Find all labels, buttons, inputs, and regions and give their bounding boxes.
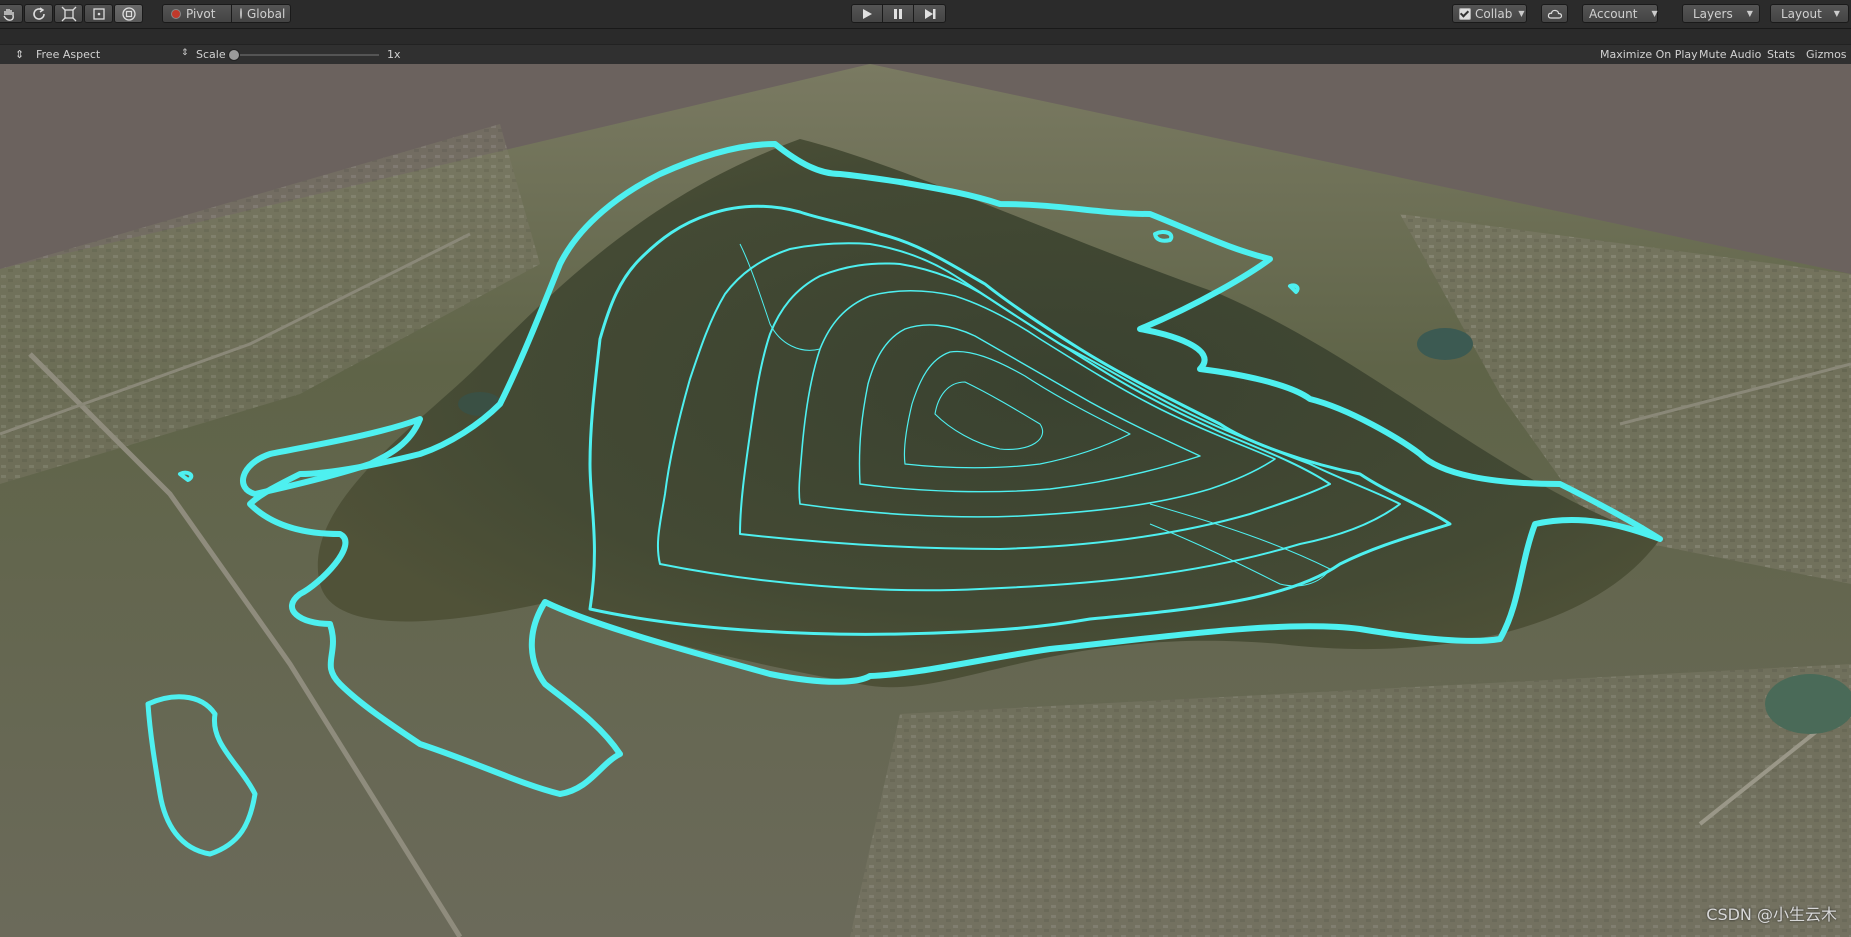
chevron-down-icon: ▼ xyxy=(1518,9,1525,18)
step-button[interactable] xyxy=(913,4,946,23)
lake xyxy=(1765,674,1851,734)
globe-icon xyxy=(240,8,242,19)
scale-slider[interactable] xyxy=(231,54,379,56)
scale-value: 1x xyxy=(387,48,401,61)
stats-toggle[interactable]: Stats xyxy=(1767,48,1795,61)
global-toggle[interactable]: Global xyxy=(231,4,291,23)
global-label: Global xyxy=(247,6,286,21)
layout-label: Layout xyxy=(1781,6,1822,21)
pivot-icon xyxy=(171,8,181,19)
maximize-on-play-toggle[interactable]: Maximize On Play xyxy=(1600,48,1698,61)
play-button[interactable] xyxy=(851,4,883,23)
game-viewport[interactable]: CSDN @小生云木 xyxy=(0,64,1851,937)
game-view-controls: ⇕ Free Aspect ⇕ Scale 1x Maximize On Pla… xyxy=(0,44,1851,65)
aspect-arrows-icon: ⇕ xyxy=(181,48,189,58)
pause-button[interactable] xyxy=(882,4,914,23)
transform-tool-button[interactable] xyxy=(114,4,143,23)
account-label: Account xyxy=(1589,6,1638,21)
cloud-icon xyxy=(1547,9,1562,19)
chevron-down-icon: ▼ xyxy=(1833,9,1840,18)
pivot-toggle[interactable]: Pivot xyxy=(162,4,232,23)
play-icon xyxy=(863,8,872,19)
aspect-dropdown[interactable]: Free Aspect xyxy=(36,48,100,61)
collab-check-icon xyxy=(1459,7,1471,20)
scale-slider-handle[interactable] xyxy=(228,49,240,61)
step-icon xyxy=(924,8,935,19)
scale-tool-icon xyxy=(61,6,76,21)
transform-tool-icon xyxy=(121,6,136,21)
layers-dropdown[interactable]: Layers ▼ xyxy=(1682,4,1760,23)
chevron-down-icon: ▼ xyxy=(1651,9,1658,18)
watermark: CSDN @小生云木 xyxy=(1706,905,1837,924)
terrain-scene xyxy=(0,64,1851,937)
chevron-down-icon: ▼ xyxy=(1746,9,1753,18)
layers-label: Layers xyxy=(1693,6,1733,21)
rect-tool-button[interactable] xyxy=(84,4,113,23)
pause-icon xyxy=(894,8,902,19)
hand-tool-icon xyxy=(2,8,14,21)
collab-dropdown[interactable]: Collab ▼ xyxy=(1452,4,1527,23)
aspect-label: Free Aspect xyxy=(36,48,101,61)
rect-tool-icon xyxy=(92,7,105,20)
mute-audio-toggle[interactable]: Mute Audio xyxy=(1699,48,1761,61)
scale-tool-button[interactable] xyxy=(54,4,83,23)
pivot-label: Pivot xyxy=(186,6,216,21)
layout-dropdown[interactable]: Layout ▼ xyxy=(1770,4,1849,23)
rotate-tool-icon xyxy=(32,6,45,20)
collab-label: Collab xyxy=(1475,6,1513,21)
display-selector-arrows-icon[interactable]: ⇕ xyxy=(15,48,24,61)
scale-label: Scale xyxy=(196,48,226,61)
account-dropdown[interactable]: Account ▼ xyxy=(1582,4,1658,23)
rotate-tool-button[interactable] xyxy=(24,4,53,23)
gizmos-dropdown[interactable]: Gizmos xyxy=(1806,48,1847,61)
main-toolbar: Pivot Global Collab ▼ Account ▼ Layers ▼… xyxy=(0,0,1851,29)
hand-tool-button[interactable] xyxy=(0,4,23,23)
lake xyxy=(1417,328,1473,360)
cloud-button[interactable] xyxy=(1541,4,1568,23)
